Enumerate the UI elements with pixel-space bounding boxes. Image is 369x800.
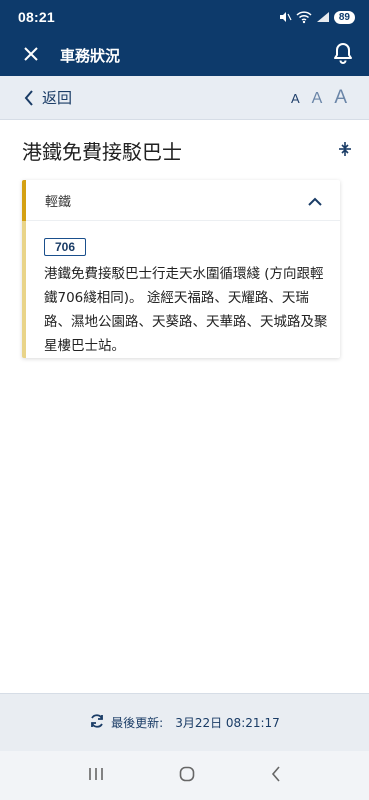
font-size-medium-button[interactable]: A [312, 90, 323, 108]
back-button[interactable]: 返回 [24, 87, 72, 108]
card-description: 港鐵免費接駁巴士行走天水圍循環綫 (方向跟輕鐵706綫相同)。 途經天福路、天耀… [44, 266, 328, 354]
font-size-small-button[interactable]: A [291, 91, 300, 106]
recent-apps-icon[interactable] [88, 766, 104, 785]
status-time: 08:21 [18, 9, 55, 25]
bell-icon[interactable] [333, 42, 353, 68]
page-title: 港鐵免費接駁巴士 [22, 140, 182, 164]
signal-icon [316, 12, 329, 22]
chevron-up-icon[interactable] [308, 191, 322, 210]
home-icon[interactable] [179, 766, 195, 786]
mute-icon [279, 12, 292, 22]
back-nav-icon[interactable] [271, 765, 281, 786]
route-badge: 706 [44, 238, 87, 256]
app-bar: 車務狀況 [0, 34, 369, 76]
refresh-icon[interactable] [89, 713, 105, 733]
collapse-all-icon[interactable] [338, 141, 352, 161]
incident-card: 輕鐵 706 港鐵免費接駁巴士行走天水圍循環綫 (方向跟輕鐵706綫相同)。 途… [22, 180, 340, 358]
close-icon[interactable] [24, 46, 38, 65]
wifi-icon [296, 11, 312, 24]
status-bar: 08:21 89 [0, 0, 369, 34]
last-updated-label: 最後更新: [111, 716, 164, 730]
page-title-row: 港鐵免費接駁巴士 [22, 136, 352, 165]
card-header[interactable]: 輕鐵 [26, 180, 340, 221]
chevron-left-icon [24, 89, 33, 106]
last-updated-footer: 最後更新: 3月22日 08:21:17 [0, 693, 369, 751]
system-nav-bar [0, 751, 369, 800]
battery-indicator: 89 [333, 10, 355, 24]
sub-bar: 返回 A A A [0, 76, 369, 120]
last-updated-time: 3月22日 08:21:17 [175, 716, 280, 730]
card-header-label: 輕鐵 [45, 194, 72, 210]
card-body: 706 港鐵免費接駁巴士行走天水圍循環綫 (方向跟輕鐵706綫相同)。 途經天福… [44, 236, 330, 358]
app-title: 車務狀況 [60, 46, 121, 65]
status-icons: 89 [278, 10, 355, 24]
font-size-selector: A A A [291, 87, 347, 109]
font-size-large-button[interactable]: A [334, 87, 347, 109]
back-label: 返回 [42, 89, 73, 107]
